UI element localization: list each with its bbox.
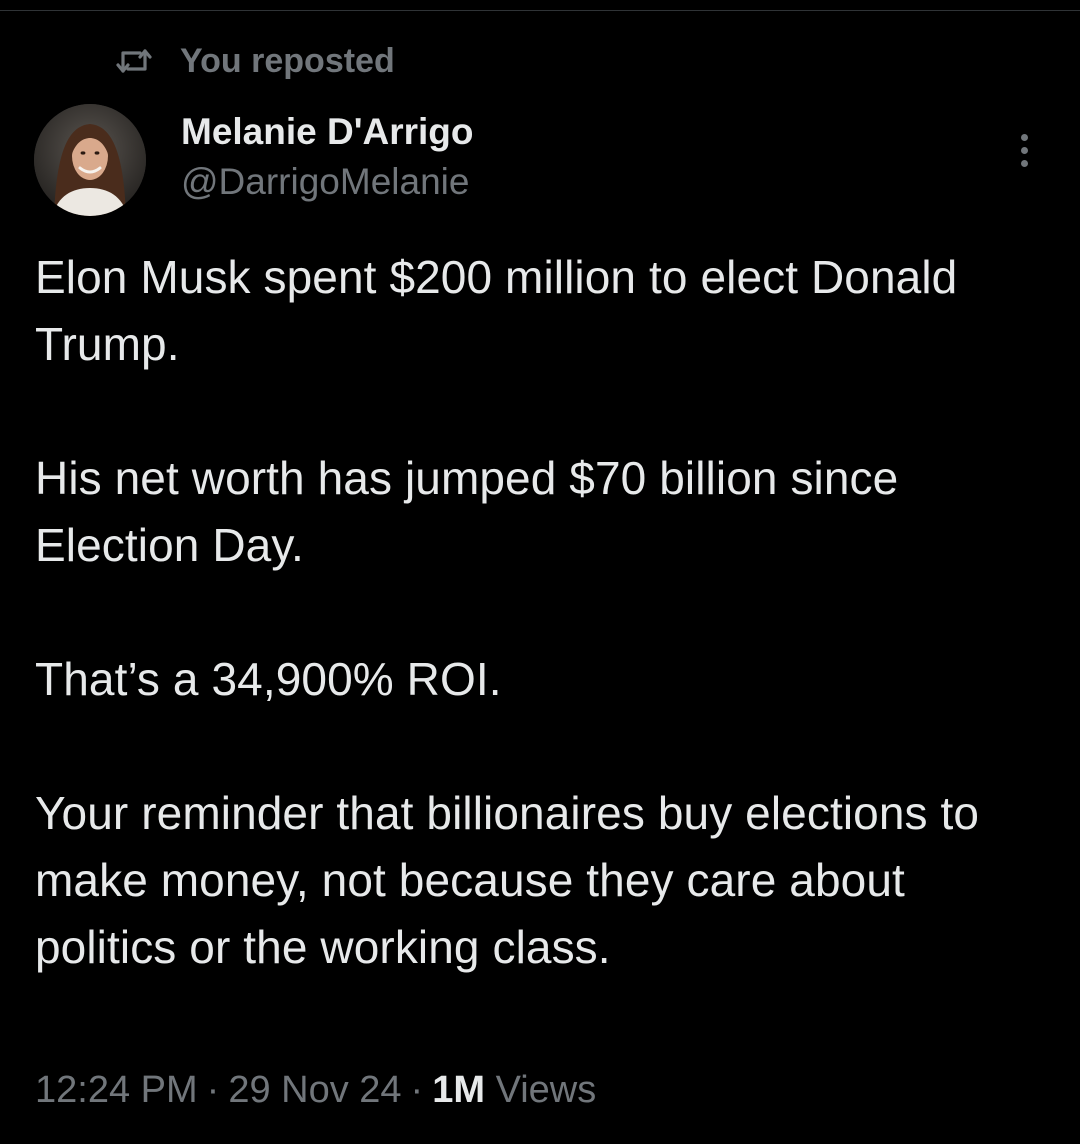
repost-indicator: You reposted <box>116 38 395 84</box>
author-avatar[interactable] <box>34 104 146 216</box>
tweet-time[interactable]: 12:24 PM <box>35 1069 198 1111</box>
tweet-paragraph: Your reminder that billionaires buy elec… <box>35 787 980 973</box>
tweet-paragraph: Elon Musk spent $200 million to elect Do… <box>35 251 958 370</box>
repost-label: You reposted <box>180 41 395 80</box>
tweet-meta: 12:24 PM · 29 Nov 24 · 1M Views <box>35 1064 596 1116</box>
tweet-date[interactable]: 29 Nov 24 <box>228 1069 401 1111</box>
tweet-text: Elon Musk spent $200 million to elect Do… <box>35 244 1045 981</box>
views-label: Views <box>495 1069 597 1111</box>
avatar-photo-icon <box>34 104 146 216</box>
author-info: Melanie D'Arrigo @DarrigoMelanie <box>181 108 474 206</box>
repost-icon <box>116 46 152 76</box>
more-dot-icon <box>1020 133 1028 141</box>
more-options-button[interactable] <box>1004 126 1044 174</box>
more-dot-icon <box>1020 146 1028 154</box>
top-divider <box>0 10 1080 11</box>
views-count[interactable]: 1M <box>432 1069 485 1111</box>
meta-separator: · <box>410 1069 424 1111</box>
tweet-paragraph: His net worth has jumped $70 billion sin… <box>35 452 899 571</box>
tweet-paragraph: That’s a 34,900% ROI. <box>35 653 502 705</box>
meta-separator: · <box>206 1069 220 1111</box>
author-name[interactable]: Melanie D'Arrigo <box>181 108 474 156</box>
more-dot-icon <box>1020 159 1028 167</box>
author-handle[interactable]: @DarrigoMelanie <box>181 158 474 206</box>
